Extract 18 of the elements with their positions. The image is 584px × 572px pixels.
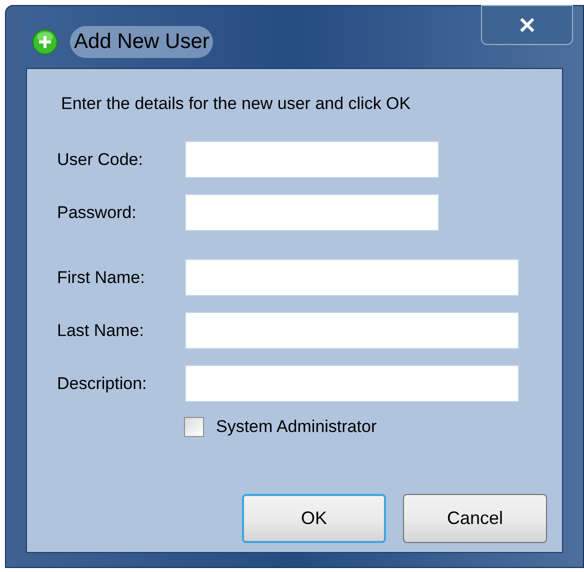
instruction-text: Enter the details for the new user and click OK [61, 93, 411, 115]
close-button[interactable]: ✕ [481, 5, 573, 45]
input-field[interactable] [185, 141, 439, 178]
field-label: Password: [57, 202, 138, 224]
plus-icon [32, 28, 58, 55]
checkbox[interactable] [184, 416, 204, 437]
input-field[interactable] [185, 259, 519, 296]
field-label: User Code: [57, 148, 144, 171]
input-field[interactable] [185, 365, 519, 402]
field-label: Last Name: [57, 320, 145, 342]
input-field[interactable] [185, 194, 439, 231]
checkbox-label: System Administrator [216, 416, 377, 438]
ok-button[interactable]: OK [242, 494, 386, 543]
field-label: First Name: [57, 266, 146, 289]
window-title: Add New User [70, 26, 214, 58]
input-field[interactable] [185, 312, 519, 349]
cancel-button[interactable]: Cancel [403, 494, 547, 543]
field-label: Description: [57, 372, 148, 395]
